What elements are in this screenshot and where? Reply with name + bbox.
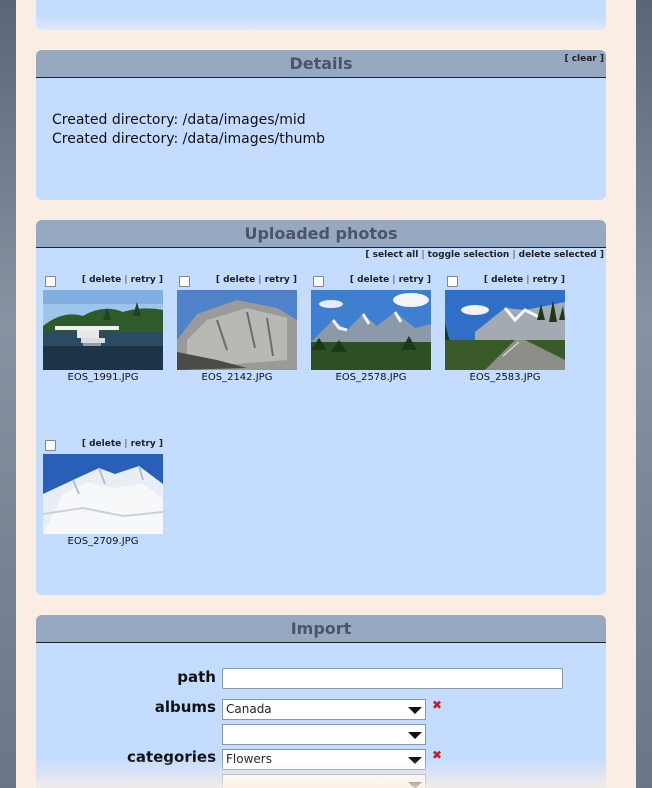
delete-link[interactable]: delete xyxy=(357,275,389,285)
uploaded-photos-title: Uploaded photos xyxy=(244,224,398,243)
photo-filename: EOS_2142.JPG xyxy=(201,372,273,383)
categories-label: categories xyxy=(126,748,216,766)
photo-checkbox[interactable] xyxy=(45,276,56,287)
clear-link-wrap: [ clear ] xyxy=(564,54,604,64)
photo-thumbnail[interactable] xyxy=(43,290,163,370)
clear-link[interactable]: clear xyxy=(572,54,597,64)
retry-link[interactable]: retry xyxy=(131,439,156,449)
dropdown-arrow-icon xyxy=(408,707,422,714)
photo-item: [ delete | retry ] EOS_2578.JPG xyxy=(311,275,431,383)
uploaded-photos-panel: Uploaded photos [ select all | toggle se… xyxy=(36,220,606,595)
import-form: path albums Canada ✖ categories Flowers … xyxy=(36,643,606,788)
import-header: Import xyxy=(36,615,606,643)
photo-thumbnail[interactable] xyxy=(445,290,565,370)
details-title: Details xyxy=(289,54,353,73)
photo-actions: [ delete | retry ] xyxy=(81,439,163,449)
retry-link[interactable]: retry xyxy=(399,275,424,285)
photo-thumbnail[interactable] xyxy=(43,454,163,534)
uploaded-photos-header: Uploaded photos xyxy=(36,220,606,248)
details-line: Created directory: /data/images/mid xyxy=(52,112,306,128)
retry-link[interactable]: retry xyxy=(265,275,290,285)
categories-select-extra[interactable] xyxy=(222,774,426,788)
photo-checkbox[interactable] xyxy=(179,276,190,287)
photo-actions: [ delete | retry ] xyxy=(215,275,297,285)
photo-checkbox[interactable] xyxy=(45,440,56,451)
photo-filename: EOS_2578.JPG xyxy=(335,372,407,383)
delete-link[interactable]: delete xyxy=(89,439,121,449)
categories-select[interactable]: Flowers xyxy=(222,749,426,770)
dropdown-arrow-icon xyxy=(408,782,422,788)
details-line: Created directory: /data/images/thumb xyxy=(52,131,325,147)
photo-filename: EOS_2709.JPG xyxy=(67,536,139,547)
albums-selected-value: Canada xyxy=(226,702,272,716)
albums-label: albums xyxy=(154,698,216,716)
page-content: Details [ clear ] Created directory: /da… xyxy=(16,0,636,788)
photo-checkbox[interactable] xyxy=(313,276,324,287)
details-log: Created directory: /data/images/mid Crea… xyxy=(36,78,606,149)
dropdown-arrow-icon xyxy=(408,757,422,764)
delete-selected-link[interactable]: delete selected xyxy=(519,250,597,260)
photos-toolbar: [ select all | toggle selection | delete… xyxy=(365,250,604,260)
photo-filename: EOS_1991.JPG xyxy=(67,372,139,383)
photo-filename: EOS_2583.JPG xyxy=(469,372,541,383)
albums-select-extra[interactable] xyxy=(222,724,426,745)
details-header: Details [ clear ] xyxy=(36,50,606,78)
delete-link[interactable]: delete xyxy=(89,275,121,285)
albums-select[interactable]: Canada xyxy=(222,699,426,720)
delete-link[interactable]: delete xyxy=(223,275,255,285)
remove-icon[interactable]: ✖ xyxy=(432,748,442,762)
photo-thumbnail[interactable] xyxy=(311,290,431,370)
photo-item: [ delete | retry ] EOS_2142.JPG xyxy=(177,275,297,383)
window-frame-right xyxy=(636,0,652,788)
select-all-link[interactable]: select all xyxy=(373,250,419,260)
window-frame-left xyxy=(0,0,16,788)
photo-actions: [ delete | retry ] xyxy=(483,275,565,285)
photo-item: [ delete | retry ] EOS_1991.JPG xyxy=(43,275,163,383)
import-panel: Import path albums Canada ✖ categories F… xyxy=(36,615,606,788)
photo-item: [ delete | retry ] EOS_2583.JPG xyxy=(445,275,565,383)
path-input[interactable] xyxy=(222,668,563,689)
photo-actions: [ delete | retry ] xyxy=(349,275,431,285)
path-label: path xyxy=(177,668,216,686)
photo-item: [ delete | retry ] EOS_2709.JPG xyxy=(43,439,163,547)
categories-selected-value: Flowers xyxy=(226,752,272,766)
previous-panel-bottom xyxy=(36,0,606,30)
import-title: Import xyxy=(290,619,352,638)
photo-actions: [ delete | retry ] xyxy=(81,275,163,285)
retry-link[interactable]: retry xyxy=(131,275,156,285)
photo-thumbnail[interactable] xyxy=(177,290,297,370)
dropdown-arrow-icon xyxy=(408,732,422,739)
toggle-selection-link[interactable]: toggle selection xyxy=(428,250,510,260)
retry-link[interactable]: retry xyxy=(533,275,558,285)
photo-checkbox[interactable] xyxy=(447,276,458,287)
remove-icon[interactable]: ✖ xyxy=(432,698,442,712)
delete-link[interactable]: delete xyxy=(491,275,523,285)
details-panel: Details [ clear ] Created directory: /da… xyxy=(36,50,606,200)
